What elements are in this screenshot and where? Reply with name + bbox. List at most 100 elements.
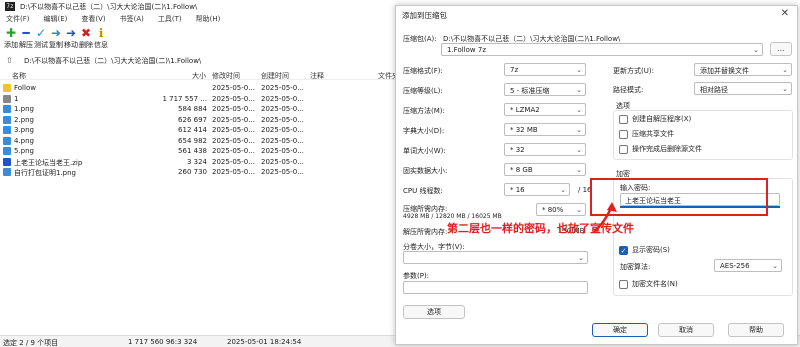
method-select[interactable]: * LZMA2 ⌄ <box>504 103 586 116</box>
menu-bookmarks[interactable]: 书签(A) <box>120 14 144 24</box>
show-password-checkbox[interactable]: ✓ 显示密码(S) <box>619 245 670 255</box>
chevron-down-icon: ⌄ <box>576 126 582 134</box>
archive-label: 压缩包(A): <box>403 35 437 43</box>
cell-modified: 2025-05-0... <box>212 84 255 92</box>
table-row[interactable]: 5.png 561 438 2025-05-0... 2025-05-0... <box>0 146 395 156</box>
status-size: 1 717 560 96:3 324 <box>128 338 198 346</box>
mem-detail: 4928 MB / 12820 MB / 16025 MB <box>403 213 502 220</box>
png-file-icon <box>3 105 11 113</box>
update-select[interactable]: 添加并替换文件 ⌄ <box>694 63 792 76</box>
annotation-highlight-box <box>590 178 768 216</box>
table-row[interactable]: Follow 2025-05-0... 2025-05-0... <box>0 83 395 93</box>
cell-size: 3 324 <box>186 157 207 166</box>
chevron-down-icon: ⌄ <box>753 46 759 54</box>
info-icon: ℹ <box>98 26 104 40</box>
check-icon: ✓ <box>619 245 628 255</box>
toolbar-label: 信息 <box>94 41 108 49</box>
cell-created: 2025-05-0... <box>261 168 304 176</box>
address-bar[interactable]: ⇧ D:\不以物喜不以己悲（二）\习大大论治国(二)\1.Follow\ <box>0 55 395 67</box>
column-size[interactable]: 大小 <box>192 71 206 81</box>
table-row[interactable]: 3.png 612 414 2025-05-0... 2025-05-0... <box>0 125 395 135</box>
menu-file[interactable]: 文件(F) <box>6 14 30 24</box>
cell-name: 1 <box>14 94 19 103</box>
browse-button[interactable]: ... <box>770 42 792 56</box>
params-label: 参数(P): <box>403 272 430 280</box>
cell-modified: 2025-05-0... <box>212 157 255 166</box>
opt-shared-checkbox[interactable]: 压缩共享文件 <box>619 129 674 139</box>
table-row[interactable]: 1 1 717 557 ... 2025-05-0... 2025-05-0... <box>0 94 395 104</box>
cell-created: 2025-05-0... <box>261 105 304 113</box>
mem-select[interactable]: * 80% ⌄ <box>536 203 586 216</box>
menu-help[interactable]: 帮助(H) <box>196 14 221 24</box>
dict-select[interactable]: * 32 MB ⌄ <box>504 123 586 136</box>
opt-delete-checkbox[interactable]: 操作完成后删除源文件 <box>619 144 702 154</box>
menu-edit[interactable]: 编辑(E) <box>44 14 68 24</box>
params-input[interactable] <box>403 281 588 294</box>
address-path[interactable]: D:\不以物喜不以己悲（二）\习大大论治国(二)\1.Follow\ <box>24 56 201 66</box>
up-folder-icon[interactable]: ⇧ <box>6 55 18 67</box>
cell-name: 3.png <box>14 126 35 134</box>
cell-modified: 2025-05-0... <box>212 136 255 145</box>
show-password-label: 显示密码(S) <box>632 246 670 254</box>
table-row[interactable]: 上老王论坛当老王.zip 3 324 2025-05-0... 2025-05-0..… <box>0 157 395 167</box>
options-button[interactable]: 选项 <box>403 305 465 319</box>
cell-modified: 2025-05-0... <box>212 126 255 134</box>
cell-size: 260 730 <box>178 168 207 176</box>
chevron-down-icon: ⌄ <box>576 146 582 154</box>
enc-method-value: AES-256 <box>720 262 750 270</box>
ok-button[interactable]: 确定 <box>592 323 648 337</box>
solid-select[interactable]: * 8 GB ⌄ <box>504 163 586 176</box>
annotation-note: 第二层也一样的密码，也放了宣传文件 <box>447 222 634 235</box>
cancel-button[interactable]: 取消 <box>658 323 714 337</box>
enc-method-label: 加密算法: <box>620 263 651 271</box>
format-value: 7z <box>510 66 519 74</box>
opt-sfx-checkbox[interactable]: 创建自解压程序(X) <box>619 114 691 124</box>
toolbar-button-6[interactable]: ℹ 信息 <box>90 26 112 52</box>
chevron-down-icon: ⌄ <box>576 106 582 114</box>
threads-select[interactable]: * 16 ⌄ <box>504 183 570 196</box>
word-select[interactable]: * 32 ⌄ <box>504 143 586 156</box>
chevron-down-icon: ⌄ <box>576 206 582 214</box>
cell-modified: 2025-05-0... <box>212 115 255 124</box>
mem-value: * 80% <box>542 206 564 214</box>
enc-method-select[interactable]: AES-256 ⌄ <box>714 259 782 272</box>
demem-label: 解压所需内存: <box>403 228 448 236</box>
cell-name: 2.png <box>14 115 35 124</box>
table-row[interactable]: 自行打包证明1.png 260 730 2025-05-0... 2025-05-0.… <box>0 167 395 177</box>
png-file-icon <box>3 126 11 134</box>
menu-view[interactable]: 查看(V) <box>81 14 105 24</box>
pathmode-value: 相对路径 <box>700 86 728 94</box>
zip-file-icon <box>3 157 11 166</box>
split-select[interactable]: ⌄ <box>403 251 588 264</box>
column-modified[interactable]: 修改时间 <box>212 71 240 81</box>
format-label: 压缩格式(F): <box>403 67 443 75</box>
cell-modified: 2025-05-0... <box>212 168 255 176</box>
cell-created: 2025-05-0... <box>261 84 304 92</box>
menu-tools[interactable]: 工具(T) <box>158 14 182 24</box>
cell-name: 5.png <box>14 147 35 155</box>
column-created[interactable]: 创建时间 <box>261 71 289 81</box>
table-row[interactable]: 1.png 584 884 2025-05-0... 2025-05-0... <box>0 104 395 114</box>
close-icon[interactable]: ✕ <box>781 8 789 19</box>
table-row[interactable]: 4.png 654 982 2025-05-0... 2025-05-0... <box>0 136 395 146</box>
encrypt-names-checkbox[interactable]: 加密文件名(N) <box>619 279 678 289</box>
pathmode-label: 路径模式: <box>613 86 644 94</box>
format-select[interactable]: 7z ⌄ <box>504 63 586 76</box>
table-row[interactable]: 2.png 626 697 2025-05-0... 2025-05-0... <box>0 115 395 125</box>
checkbox-icon <box>619 129 628 139</box>
dict-label: 字典大小(D): <box>403 127 445 135</box>
cell-size: 654 982 <box>178 136 207 145</box>
archive-name-combo[interactable]: 1.Follow 7z ⌄ <box>441 43 763 56</box>
solid-value: * 8 GB <box>510 166 533 174</box>
help-button[interactable]: 帮助 <box>728 323 784 337</box>
pathmode-select[interactable]: 相对路径 ⌄ <box>694 82 792 95</box>
level-select[interactable]: 5 - 标准压缩 ⌄ <box>504 83 586 96</box>
dialog-title: 添加到压缩包 <box>402 11 447 20</box>
column-name[interactable]: 名称 <box>12 71 26 81</box>
column-comment[interactable]: 注释 <box>310 71 324 81</box>
toolbar: ✚ 添加 ━ 解压 ✓ 测试 ➜ 复制 ➜ 移动 ✖ 删除 ℹ 信息 <box>0 26 400 52</box>
dict-value: * 32 MB <box>510 126 538 134</box>
cell-size: 561 438 <box>178 147 207 155</box>
level-label: 压缩等级(L): <box>403 87 443 95</box>
cell-size: 612 414 <box>178 126 207 134</box>
